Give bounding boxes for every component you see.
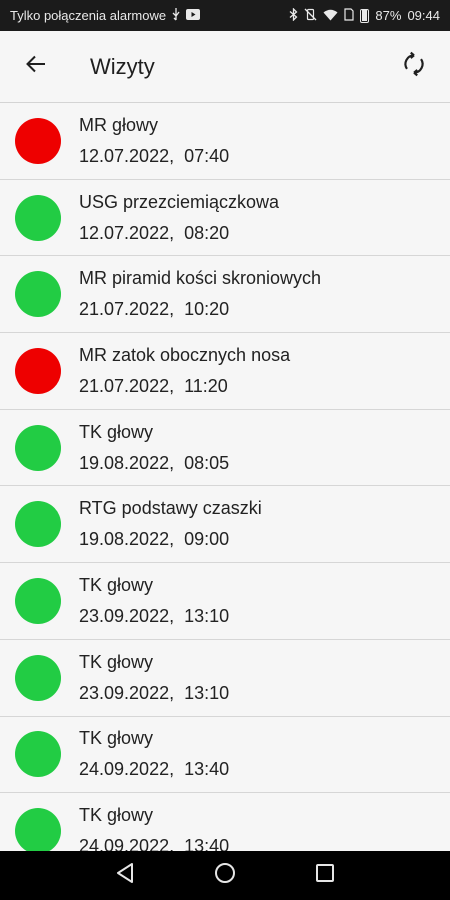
status-indicator-red <box>15 117 61 164</box>
visit-name: MR piramid kości skroniowych <box>79 268 322 289</box>
status-indicator-green <box>15 731 61 778</box>
visit-row[interactable]: RTG podstawy czaszki 19.08.2022, 09:00 <box>0 486 450 564</box>
navigation-bar <box>0 851 450 900</box>
visit-text: RTG podstawy czaszki 19.08.2022, 09:00 <box>79 498 262 550</box>
carrier-text: Tylko połączenia alarmowe <box>10 8 167 23</box>
refresh-icon <box>401 51 427 82</box>
visit-row[interactable]: TK głowy 24.09.2022, 13:40 <box>0 793 450 851</box>
visit-name: TK głowy <box>79 805 154 826</box>
visit-row[interactable]: USG przezciemiączkowa 12.07.2022, 08:20 <box>0 179 450 257</box>
refresh-button[interactable] <box>378 31 450 102</box>
visit-text: TK głowy 24.09.2022, 13:40 <box>79 805 229 851</box>
status-time: 09:44 <box>407 8 440 23</box>
visit-row[interactable]: TK głowy 23.09.2022, 13:10 <box>0 639 450 717</box>
visit-row[interactable]: TK głowy 23.09.2022, 13:10 <box>0 563 450 640</box>
visit-text: MR piramid kości skroniowych 21.07.2022, … <box>79 268 321 320</box>
nav-home-circle-icon <box>214 862 236 889</box>
visit-date: 21.07.2022, 10:20 <box>79 299 230 320</box>
visit-date: 19.08.2022, 09:00 <box>79 529 230 550</box>
nav-back-button[interactable] <box>105 856 145 896</box>
status-indicator-green <box>15 271 61 318</box>
visit-name: TK głowy <box>79 651 154 672</box>
nav-recents-square-icon <box>315 863 335 888</box>
visit-date: 23.09.2022, 13:10 <box>79 682 230 703</box>
nav-back-triangle-icon <box>115 862 135 889</box>
visit-date: 23.09.2022, 13:10 <box>79 605 230 626</box>
visit-name: MR głowy <box>79 114 159 135</box>
visit-date: 12.07.2022, 07:40 <box>79 145 230 166</box>
visit-text: TK głowy 23.09.2022, 13:10 <box>79 652 229 704</box>
visit-row[interactable]: MR piramid kości skroniowych 21.07.2022, … <box>0 256 450 334</box>
bluetooth-icon <box>289 7 298 23</box>
visit-text: MR głowy 12.07.2022, 07:40 <box>79 115 229 167</box>
status-left: Tylko połączenia alarmowe <box>10 8 289 23</box>
nav-recents-button[interactable] <box>305 856 345 896</box>
visit-row[interactable]: MR zatok obocznych nosa 21.07.2022, 11:20 <box>0 333 450 410</box>
visit-name: TK głowy <box>79 574 154 595</box>
visit-date: 12.07.2022, 08:20 <box>79 222 230 243</box>
vibrate-mute-icon <box>304 8 317 23</box>
visit-list[interactable]: MR głowy 12.07.2022, 07:40 USG przezciemią… <box>0 102 450 851</box>
status-right: 87% 09:44 <box>289 7 440 23</box>
battery-percent: 87% <box>375 8 402 23</box>
arrow-back-icon <box>24 52 48 81</box>
visit-row[interactable]: TK głowy 24.09.2022, 13:40 <box>0 716 450 794</box>
status-bar: Tylko połączenia alarmowe 87% 09:44 <box>0 0 450 31</box>
status-indicator-green <box>15 654 61 701</box>
visit-date: 19.08.2022, 08:05 <box>79 452 230 473</box>
youtube-icon <box>186 9 201 22</box>
visit-date: 21.07.2022, 11:20 <box>79 375 228 396</box>
visit-text: TK głowy 24.09.2022, 13:40 <box>79 728 229 780</box>
visit-text: USG przezciemiączkowa 12.07.2022, 08:20 <box>79 192 279 244</box>
status-indicator-red <box>15 347 61 394</box>
status-indicator-green <box>15 194 61 241</box>
visit-name: TK głowy <box>79 728 154 749</box>
status-indicator-green <box>15 577 61 624</box>
nav-home-button[interactable] <box>205 856 245 896</box>
wifi-icon <box>323 9 338 23</box>
visit-name: TK głowy <box>79 421 154 442</box>
back-button[interactable] <box>0 31 72 102</box>
visit-row[interactable]: TK głowy 19.08.2022, 08:05 <box>0 409 450 487</box>
visit-name: RTG podstawy czaszki <box>79 498 262 519</box>
visit-text: TK głowy 19.08.2022, 08:05 <box>79 422 229 474</box>
status-indicator-green <box>15 424 61 471</box>
page-title: Wizyty <box>90 53 155 79</box>
visit-date: 24.09.2022, 13:40 <box>79 836 230 851</box>
status-indicator-green <box>15 501 61 548</box>
visit-row[interactable]: MR głowy 12.07.2022, 07:40 <box>0 103 450 180</box>
visit-text: MR zatok obocznych nosa 21.07.2022, 11:20 <box>79 345 290 397</box>
visit-name: USG przezciemiączkowa <box>79 191 280 212</box>
app-bar: Wizyty <box>0 31 450 102</box>
visit-text: TK głowy 23.09.2022, 13:10 <box>79 575 229 627</box>
visit-date: 24.09.2022, 13:40 <box>79 759 230 780</box>
sim-icon <box>344 8 355 23</box>
battery-icon <box>360 8 370 23</box>
status-indicator-green <box>15 808 61 851</box>
usb-icon <box>171 8 181 23</box>
visit-name: MR zatok obocznych nosa <box>79 344 291 365</box>
